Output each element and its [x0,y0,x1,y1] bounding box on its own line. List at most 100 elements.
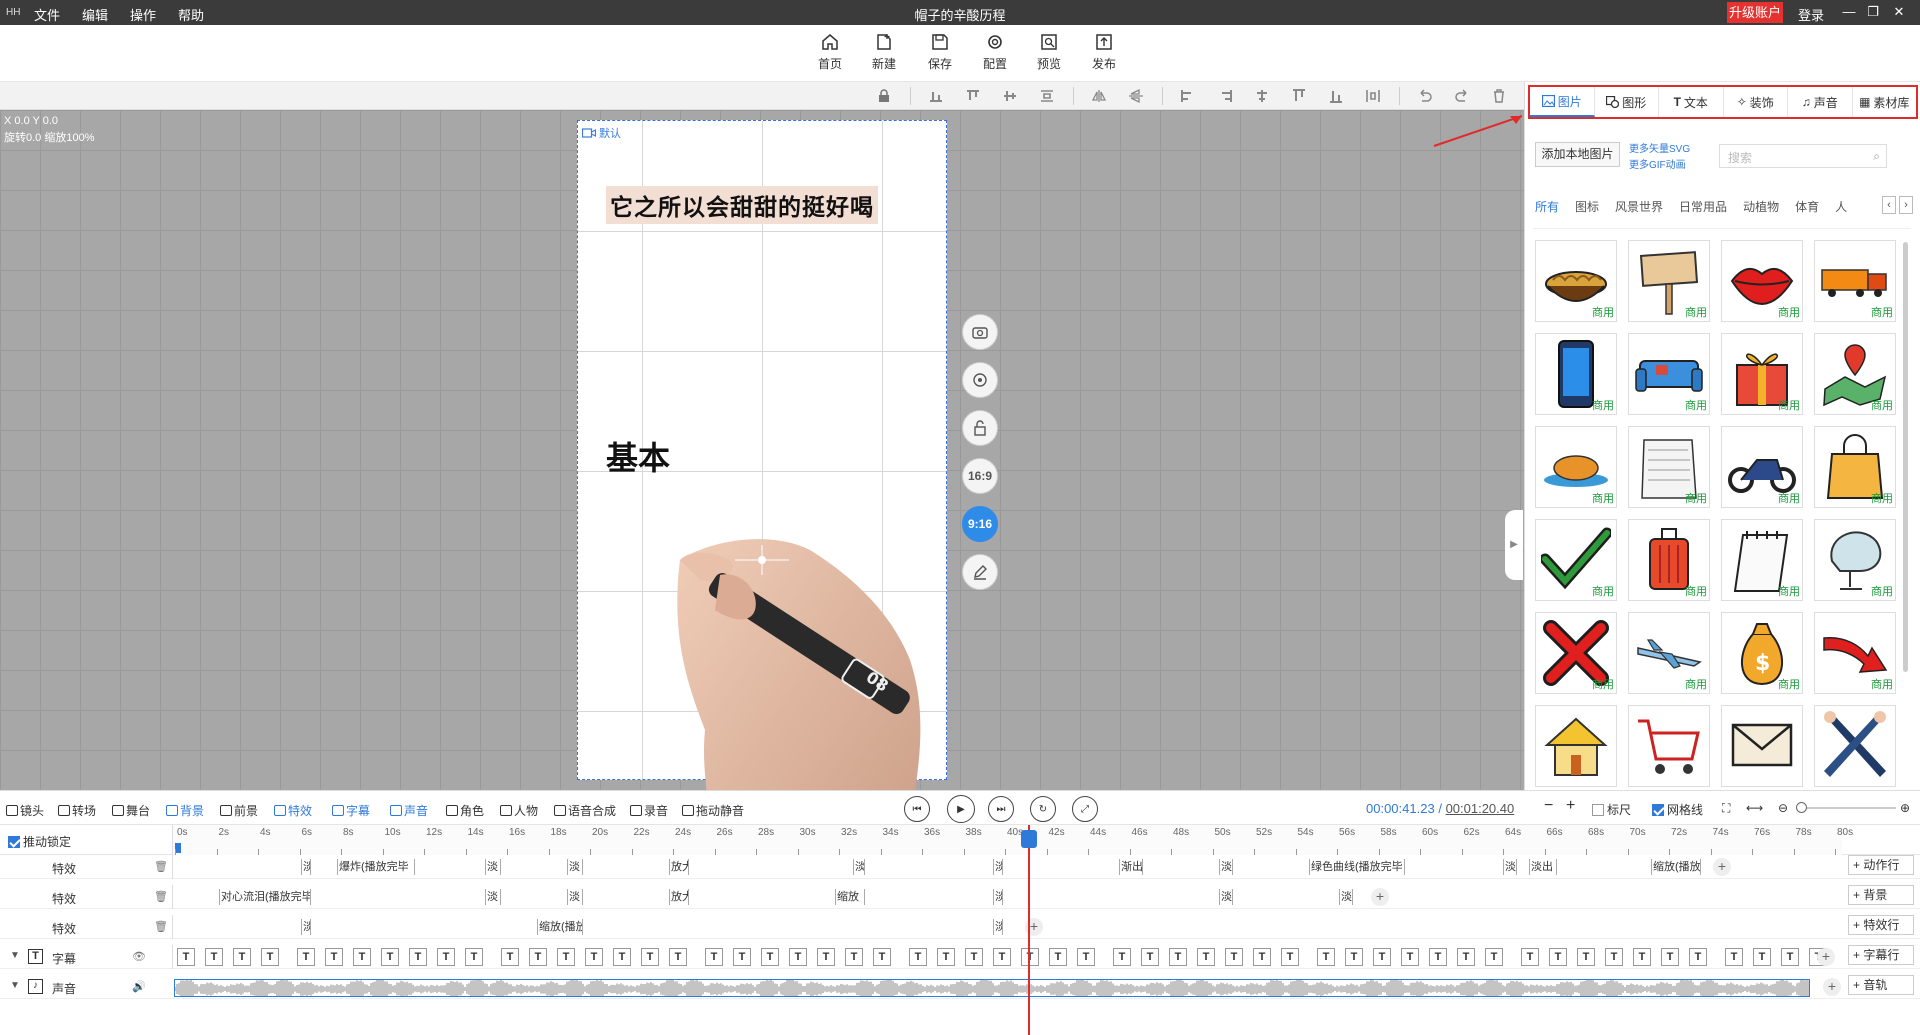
asset-noodles[interactable]: 商用 [1535,240,1617,322]
subtitle-clip[interactable]: T [1253,948,1271,966]
subtitle-clip[interactable]: T [1577,948,1595,966]
asset-lips[interactable]: 商用 [1721,240,1803,322]
effect-clip[interactable]: 渐出 [1119,859,1143,875]
stage-text-line1[interactable]: 它之所以会甜甜的挺好喝 [606,186,878,224]
background-tool[interactable]: 背景 [166,802,204,819]
effect-clip[interactable]: 缩放(播放 [537,919,583,935]
subtitle-clip[interactable]: T [789,948,807,966]
login-link[interactable]: 登录 [1798,5,1824,24]
subtitle-clip[interactable]: T [465,948,483,966]
add-effects-row-button[interactable]: + 特效行 [1848,915,1914,935]
category-all[interactable]: 所有 [1535,198,1559,218]
publish-button[interactable]: 发布 [1082,33,1126,72]
transition-tool[interactable]: 转场 [58,802,96,819]
audio-waveform[interactable] [174,979,1810,997]
category-next-button[interactable]: › [1899,196,1913,214]
fit-width-icon[interactable]: ⟷ [1746,801,1763,815]
align-top-edge-icon[interactable] [1291,89,1307,103]
subtitle-clip[interactable]: T [733,948,751,966]
ratio-9-16-button[interactable]: 9:16 [962,506,998,542]
save-button[interactable]: 保存 [918,33,962,72]
effect-clip[interactable]: 淡 [993,889,1003,905]
time-ruler[interactable]: 0s 2s 4s 6s 8s 10s 12s 14s 16s 18s 20s 22s 24s 26s 28s… [172,825,1853,855]
add-subtitle-row-button[interactable]: + 字幕行 [1848,945,1914,965]
category-prev-button[interactable]: ‹ [1882,196,1896,214]
subtitle-clip[interactable]: T [1113,948,1131,966]
zoom-in-icon[interactable]: ⊕ [1900,801,1910,815]
asset-cross[interactable]: 商用 [1535,612,1617,694]
add-audio-track-button[interactable]: + 音轨 [1848,975,1914,995]
effect-clip[interactable]: 淡 [301,859,311,875]
asset-phone[interactable]: 商用 [1535,333,1617,415]
subtitle-clip[interactable]: T [1485,948,1503,966]
asset-sofa[interactable]: 商用 [1628,333,1710,415]
effect-clip[interactable]: 淡 [853,859,865,875]
subtitle-clip[interactable]: T [1549,948,1567,966]
effect-clip[interactable]: 淡 [301,919,311,935]
subtitle-clip[interactable]: T [381,948,399,966]
add-audio-plus[interactable]: + [1823,978,1841,996]
effect-clip[interactable]: 缩放(播放 [1651,859,1701,875]
asset-shopping-cart[interactable] [1628,705,1710,787]
subtitle-clip[interactable]: T [1661,948,1679,966]
tab-library[interactable]: ▦ 素材库 [1853,87,1917,117]
asset-red-arrow[interactable]: 商用 [1814,612,1896,694]
subtitle-clip[interactable]: T [705,948,723,966]
subtitle-tool[interactable]: 字幕 [332,802,370,819]
subtitle-clip[interactable]: T [1141,948,1159,966]
subtitle-clip[interactable]: T [1049,948,1067,966]
zoom-out-icon[interactable]: ⊖ [1778,801,1788,815]
distribute-horizontal-icon[interactable] [1365,89,1381,103]
trash-icon[interactable]: 🗑 [154,890,168,903]
subtitle-clip[interactable]: T [205,948,223,966]
category-scenery[interactable]: 风景世界 [1615,198,1663,218]
track-lane[interactable]: 对心流泪(播放完毕 淡 淡 放大 缩放 淡 淡 淡 + [172,885,1842,909]
upgrade-account-button[interactable]: 升级账户 [1727,2,1783,23]
rotate-button[interactable] [962,362,998,398]
effect-clip[interactable]: 淡 [567,859,583,875]
volume-icon[interactable]: 🔊 [132,980,146,993]
asset-envelope[interactable] [1721,705,1803,787]
asset-shopping-bag[interactable]: 商用 [1814,426,1896,508]
subtitle-clip[interactable]: T [233,948,251,966]
subtitle-clip[interactable]: T [1521,948,1539,966]
sound-tool[interactable]: 声音 [390,802,428,819]
add-clip-plus[interactable]: + [1371,888,1389,906]
skip-start-button[interactable]: ⏮ [904,796,930,822]
subtitle-clip[interactable]: T [353,948,371,966]
more-gif-link[interactable]: 更多GIF动画 [1629,156,1686,171]
plus-button[interactable]: + [1566,797,1575,815]
more-svg-link[interactable]: 更多矢量SVG [1629,140,1690,155]
stage-tool[interactable]: 舞台 [112,802,150,819]
subtitle-clip[interactable]: T [641,948,659,966]
effect-clip[interactable]: 淡 [485,889,501,905]
flip-horizontal-icon[interactable] [1091,89,1107,103]
subtitle-clip[interactable]: T [1225,948,1243,966]
play-button[interactable]: ▶ [947,795,975,823]
align-top-icon[interactable] [965,89,981,103]
align-right-icon[interactable] [1217,89,1233,103]
effect-clip[interactable]: 淡 [993,919,1003,935]
screenshot-button[interactable] [962,314,998,350]
record-tool[interactable]: 录音 [630,802,668,819]
effect-clip[interactable]: 淡 [1503,859,1517,875]
add-action-row-button[interactable]: + 动作行 [1848,855,1914,875]
new-button[interactable]: 新建 [862,33,906,72]
asset-chair[interactable]: 商用 [1814,519,1896,601]
add-subtitle-plus[interactable]: + [1817,948,1835,966]
subtitle-clip[interactable]: T [1401,948,1419,966]
effect-clip[interactable]: 淡 [1219,859,1233,875]
effect-clip[interactable]: 淡出 [1529,859,1557,875]
drag-mute-tool[interactable]: 拖动静音 [682,802,744,819]
draw-button[interactable] [962,554,998,590]
align-middle-icon[interactable] [1002,89,1018,103]
fit-screen-icon[interactable]: ⛶ [1722,801,1730,816]
tab-decorations[interactable]: ✧ 装饰 [1724,87,1788,117]
subtitle-clip[interactable]: T [529,948,547,966]
tab-images[interactable]: 图片 [1530,87,1595,117]
category-people[interactable]: 人 [1835,198,1847,218]
subtitle-clip[interactable]: T [845,948,863,966]
asset-check[interactable]: 商用 [1535,519,1617,601]
lock-icon[interactable] [876,89,892,103]
subtitle-clip[interactable]: T [177,948,195,966]
